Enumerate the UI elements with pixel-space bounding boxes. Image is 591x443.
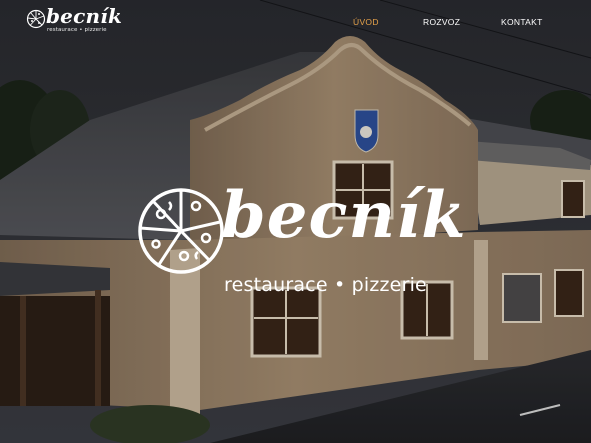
nav-link-uvod[interactable]: ÚVOD xyxy=(353,17,379,31)
brand-name: becník xyxy=(46,4,123,28)
brand-logo[interactable]: becník restaurace • pizzerie xyxy=(26,4,122,38)
pizza-slice-icon xyxy=(26,9,46,29)
top-navigation: becník restaurace • pizzerie ÚVOD ROZVOZ… xyxy=(0,0,591,46)
hero-brand-name: becník xyxy=(221,178,467,253)
hero-logo: becník restaurace • pizzerie xyxy=(134,178,466,302)
nav-link-rozvoz[interactable]: ROZVOZ xyxy=(423,17,460,31)
nav-link-kontakt[interactable]: KONTAKT xyxy=(501,17,543,31)
hero-brand-tagline: restaurace • pizzerie xyxy=(224,274,427,296)
pizza-slice-icon xyxy=(138,188,224,274)
brand-tagline: restaurace • pizzerie xyxy=(47,27,107,33)
